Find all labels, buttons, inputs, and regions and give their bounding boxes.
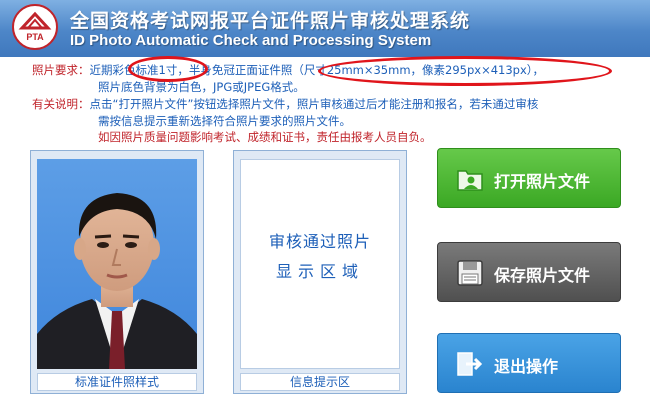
logo-text: PTA: [26, 32, 44, 42]
requirement-label: 照片要求：: [32, 63, 90, 77]
save-photo-label: 保存照片文件: [494, 266, 591, 285]
save-disk-icon: [457, 260, 483, 286]
sample-portrait-image: [37, 193, 197, 369]
open-folder-icon: [457, 170, 483, 191]
info-caption: 信息提示区: [240, 373, 400, 391]
sample-photo: [37, 159, 197, 369]
open-photo-label: 打开照片文件: [494, 172, 591, 191]
sample-photo-caption: 标准证件照样式: [37, 373, 197, 391]
annotation-circle-pixels: [318, 56, 612, 86]
exit-label: 退出操作: [494, 357, 559, 376]
approved-photo-display: 审核通过照片 显示区域: [240, 159, 400, 369]
note-line-1: 有关说明：点击“打开照片文件”按钮选择照片文件，照片审核通过后才能注册和报名，若…: [32, 96, 538, 112]
annotation-circle-size: [128, 56, 208, 82]
sample-photo-frame: 标准证件照样式: [30, 150, 204, 394]
display-text-line2: 显示区域: [275, 262, 364, 281]
display-text-line1: 审核通过照片: [268, 232, 371, 251]
requirement-line-2: 照片底色背景为白色，JPG或JPEG格式。: [98, 80, 305, 94]
exit-arrow-icon: [457, 352, 483, 376]
note-text: 点击“打开照片文件”按钮选择照片文件，照片审核通过后才能注册和报名，若未通过审核: [89, 97, 539, 111]
pta-logo-icon: PTA: [18, 11, 52, 42]
pta-logo: PTA: [12, 4, 58, 50]
app-header: PTA 全国资格考试网报平台证件照片审核处理系统 ID Photo Automa…: [0, 0, 650, 57]
note-label: 有关说明：: [32, 97, 90, 111]
open-photo-button[interactable]: 打开照片文件: [437, 148, 621, 208]
save-photo-button[interactable]: 保存照片文件: [437, 242, 621, 302]
exit-button[interactable]: 退出操作: [437, 333, 621, 393]
app-title-cn: 全国资格考试网报平台证件照片审核处理系统: [70, 10, 471, 32]
info-frame: 审核通过照片 显示区域 信息提示区: [233, 150, 407, 394]
note-line-2: 需按信息提示重新选择符合照片要求的照片文件。: [98, 114, 351, 128]
app-title-en: ID Photo Automatic Check and Processing …: [70, 32, 432, 49]
